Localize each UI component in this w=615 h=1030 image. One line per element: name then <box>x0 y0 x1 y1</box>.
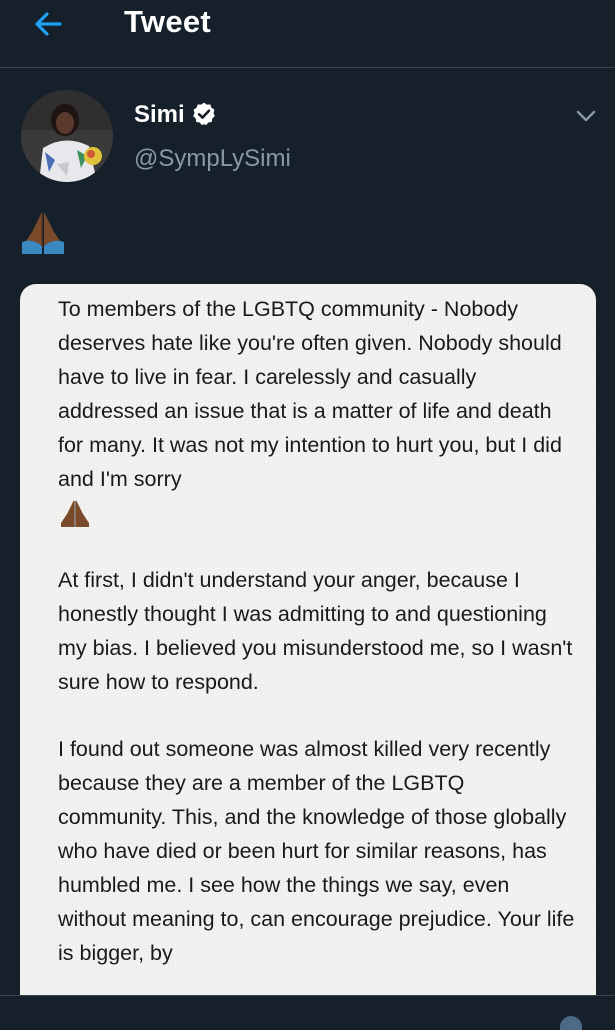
note-text: To members of the LGBTQ community - Nobo… <box>58 292 578 970</box>
folded-hands-icon <box>61 500 89 528</box>
folded-hands-icon <box>22 212 64 254</box>
avatar[interactable] <box>21 90 113 182</box>
verified-badge-icon <box>193 102 215 126</box>
page-title: Tweet <box>124 4 212 39</box>
top-bar: Tweet <box>0 0 615 68</box>
notes-image-card[interactable]: To members of the LGBTQ community - Nobo… <box>20 284 596 1024</box>
note-paragraph-2: At first, I didn't understand your anger… <box>58 568 573 694</box>
author-name[interactable]: Simi <box>134 101 185 129</box>
back-button[interactable] <box>30 8 70 40</box>
note-paragraph-1: To members of the LGBTQ community - Nobo… <box>58 292 578 530</box>
reply-avatar-icon[interactable] <box>560 1016 582 1030</box>
note-paragraph-3: I found out someone was almost killed ve… <box>58 737 575 965</box>
author-handle[interactable]: @SympLySimi <box>134 145 291 173</box>
back-arrow-icon <box>35 12 62 36</box>
chevron-down-icon[interactable] <box>574 104 598 128</box>
note-paragraph-1-text: To members of the LGBTQ community - Nobo… <box>58 297 562 491</box>
bottom-bar <box>0 995 615 1030</box>
